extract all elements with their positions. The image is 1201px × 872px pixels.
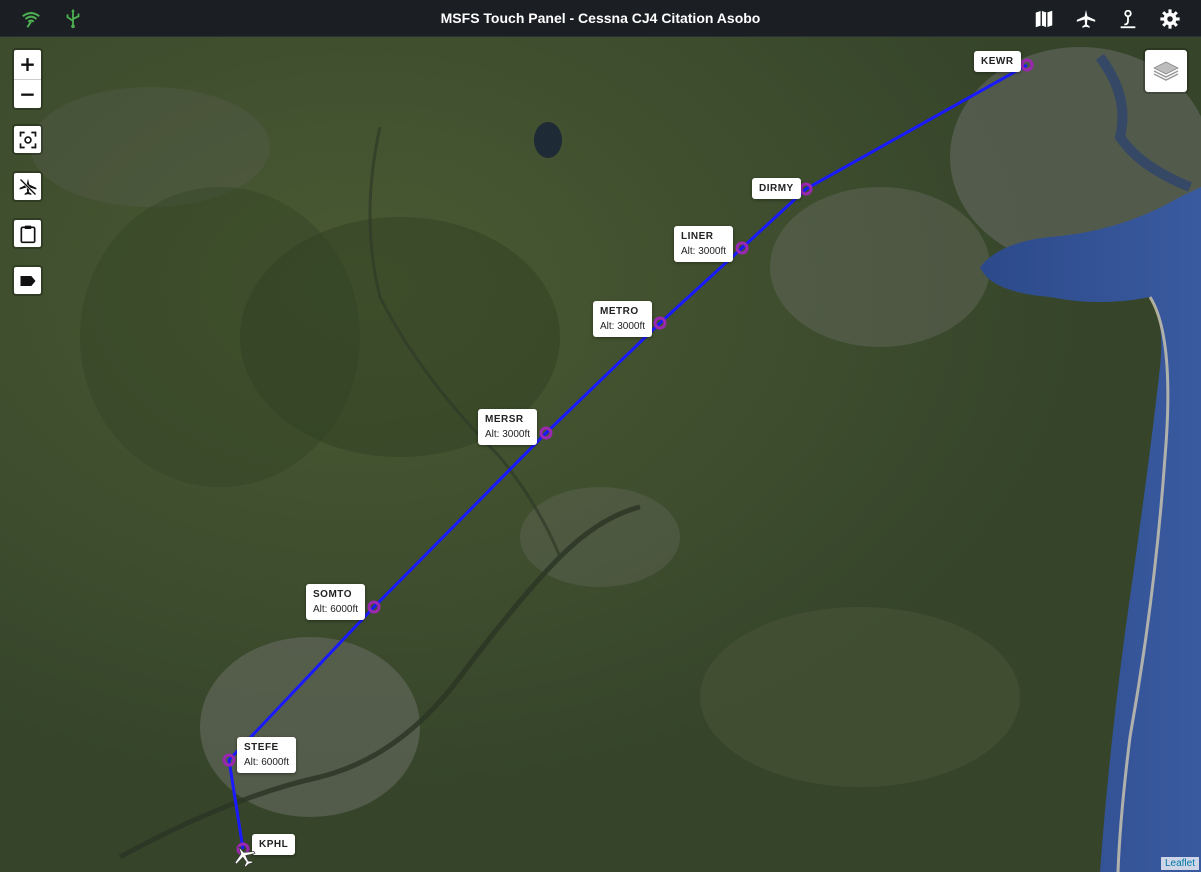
- zoom-out-button[interactable]: −: [14, 79, 41, 108]
- gear-icon[interactable]: [1159, 8, 1181, 30]
- waypoint-name: METRO: [600, 306, 639, 317]
- waypoint-name: LINER: [681, 231, 714, 242]
- waypoint-label-dirmy[interactable]: DIRMY: [752, 178, 801, 199]
- waypoint-name: KEWR: [981, 56, 1014, 67]
- app-title: MSFS Touch Panel - Cessna CJ4 Citation A…: [440, 10, 761, 26]
- waypoint-altitude: Alt: 3000ft: [485, 429, 531, 440]
- top-bar: MSFS Touch Panel - Cessna CJ4 Citation A…: [0, 0, 1201, 37]
- zoom-control: + −: [12, 48, 43, 110]
- waypoint-altitude: Alt: 6000ft: [313, 604, 359, 615]
- waypoint-name: SOMTO: [313, 589, 352, 600]
- route-line: [227, 63, 1028, 850]
- waypoint-label-metro[interactable]: METRO Alt: 3000ft: [593, 301, 653, 337]
- waypoint-altitude: Alt: 3000ft: [600, 321, 646, 332]
- layers-icon: [1153, 61, 1179, 81]
- waypoint-altitude: Alt: 3000ft: [681, 246, 727, 257]
- waypoint-name: DIRMY: [759, 183, 794, 194]
- airplane-off-button[interactable]: [12, 171, 43, 202]
- center-focus-button[interactable]: [12, 124, 43, 155]
- waypoint-name: MERSR: [485, 414, 524, 425]
- airplane-icon[interactable]: [1075, 8, 1097, 30]
- waypoint-label-stefe[interactable]: STEFE Alt: 6000ft: [237, 737, 297, 773]
- layers-button[interactable]: [1143, 48, 1189, 94]
- waypoint-altitude: Alt: 6000ft: [244, 757, 290, 768]
- flight-plan-route: [222, 58, 1034, 856]
- map-view[interactable]: KEWR DIRMY LINER Alt: 3000ft METRO Alt: …: [0, 37, 1201, 872]
- waypoint-label-mersr[interactable]: MERSR Alt: 3000ft: [478, 409, 538, 445]
- route-icon[interactable]: [1117, 8, 1139, 30]
- label-button[interactable]: [12, 265, 43, 296]
- waypoint-label-kphl[interactable]: KPHL: [252, 834, 296, 855]
- waypoint-name: STEFE: [244, 742, 279, 753]
- waypoint-label-liner[interactable]: LINER Alt: 3000ft: [674, 226, 734, 262]
- airplane-off-icon: [19, 178, 36, 195]
- center-focus-icon: [19, 131, 36, 148]
- map-attribution[interactable]: Leaflet: [1160, 857, 1199, 870]
- label-icon: [20, 275, 35, 286]
- map-icon[interactable]: [1033, 8, 1055, 30]
- aircraft-position-icon: [234, 846, 256, 868]
- waypoint-name: KPHL: [259, 839, 289, 850]
- clipboard-button[interactable]: [12, 218, 43, 249]
- waypoint-label-somto[interactable]: SOMTO Alt: 6000ft: [306, 584, 366, 620]
- clipboard-icon: [20, 225, 35, 243]
- waypoint-label-kewr[interactable]: KEWR: [974, 51, 1021, 72]
- zoom-in-button[interactable]: +: [14, 50, 41, 79]
